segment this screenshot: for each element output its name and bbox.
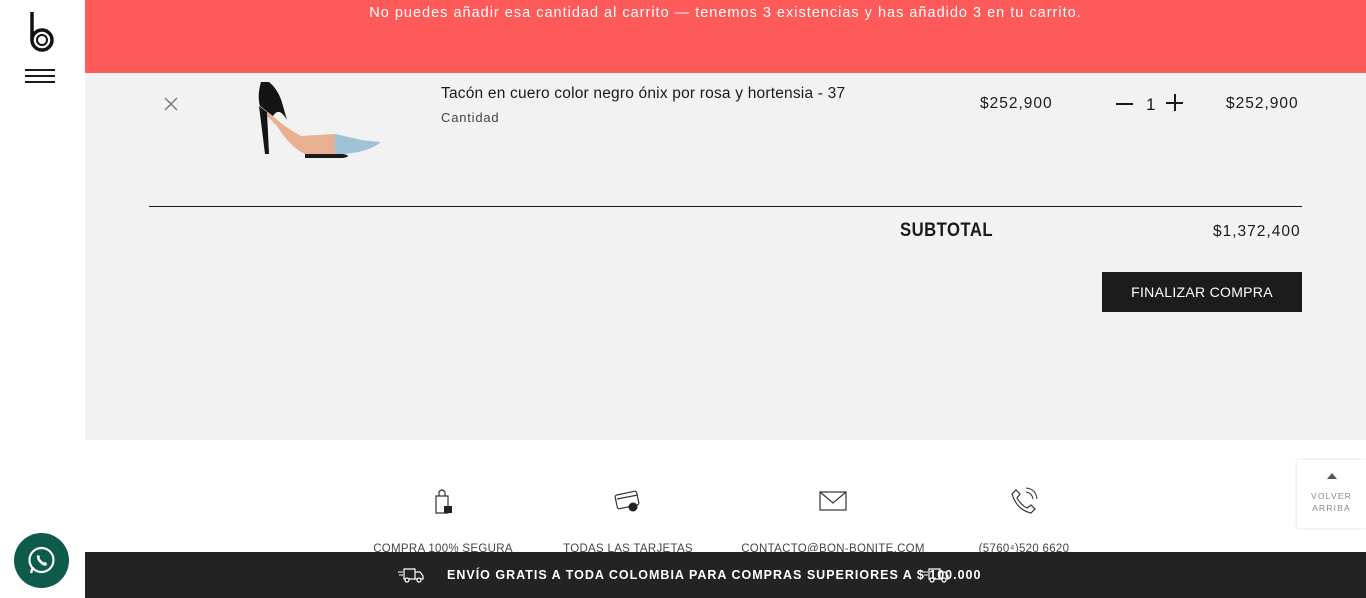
feature-cards: TODAS LAS TARJETAS <box>528 486 728 555</box>
truck-icon <box>923 568 949 583</box>
cart-divider <box>149 206 1302 207</box>
truck-icon <box>398 568 424 583</box>
decrease-quantity-button[interactable] <box>1116 94 1134 112</box>
secure-bag-icon <box>435 489 452 514</box>
brand-logo[interactable] <box>26 10 56 54</box>
subtotal-label: SUBTOTAL <box>900 220 994 241</box>
phone-icon <box>1011 487 1038 514</box>
mail-icon <box>819 491 847 511</box>
quantity-value[interactable]: 1 <box>1146 95 1155 115</box>
remove-item-icon[interactable] <box>163 96 179 112</box>
feature-phone: (5760⁴)520 6620 <box>924 486 1124 555</box>
back-to-top-line1: VOLVER <box>1310 491 1353 501</box>
side-rail <box>0 0 85 598</box>
feature-secure: COMPRA 100% SEGURA <box>343 486 543 555</box>
menu-icon[interactable] <box>25 69 55 84</box>
arrow-up-icon <box>1327 473 1337 479</box>
shipping-banner: ENVÍO GRATIS A TODA COLOMBIA PARA COMPRA… <box>85 552 1366 598</box>
quantity-label: Cantidad <box>441 110 500 125</box>
unit-price: $252,900 <box>980 95 1053 112</box>
product-image[interactable] <box>243 76 383 172</box>
stock-notice-text: No puedes añadir esa cantidad al carrito… <box>369 5 1082 21</box>
back-to-top-line2: ARRIBA <box>1312 503 1351 513</box>
shipping-message: ENVÍO GRATIS A TODA COLOMBIA PARA COMPRA… <box>447 568 982 582</box>
stock-notice: No puedes añadir esa cantidad al carrito… <box>85 0 1366 73</box>
cards-icon <box>614 490 640 512</box>
whatsapp-button[interactable] <box>14 533 69 588</box>
product-name[interactable]: Tacón en cuero color negro ónix por rosa… <box>441 85 845 103</box>
back-to-top-button[interactable]: VOLVER ARRIBA <box>1297 460 1366 528</box>
feature-email: CONTACTO@BON-BONITE.COM <box>733 486 933 555</box>
increase-quantity-button[interactable] <box>1166 94 1184 112</box>
checkout-button[interactable]: FINALIZAR COMPRA <box>1102 272 1302 312</box>
whatsapp-icon <box>28 546 55 574</box>
subtotal-value: $1,372,400 <box>1213 223 1301 240</box>
line-total: $252,900 <box>1226 95 1299 112</box>
